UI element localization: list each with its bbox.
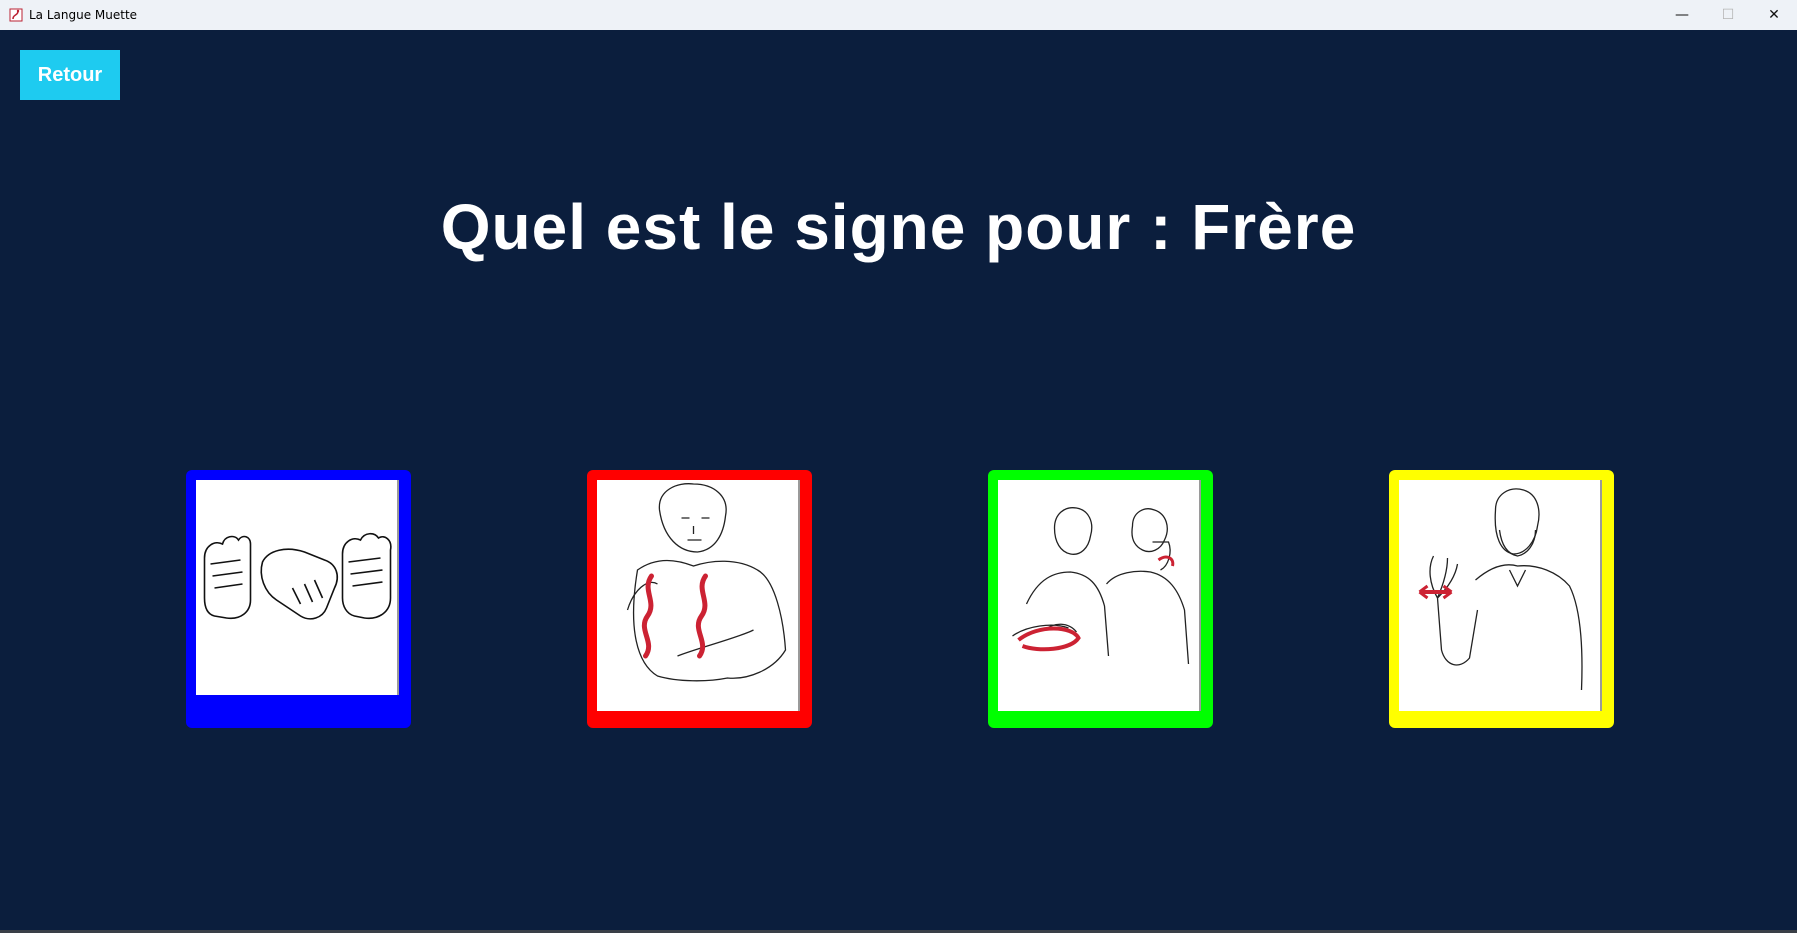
- person-chest-sign-icon: [597, 480, 800, 711]
- choice-card-yellow[interactable]: [1389, 470, 1614, 728]
- two-people-sign-icon: [998, 480, 1201, 711]
- maximize-button[interactable]: ☐: [1705, 0, 1751, 30]
- choice-card-red[interactable]: [587, 470, 812, 728]
- back-button[interactable]: Retour: [20, 50, 120, 100]
- fists-signs-icon: [196, 480, 399, 695]
- question-title: Quel est le signe pour : Frère: [440, 191, 1357, 263]
- window-title: La Langue Muette: [29, 8, 138, 22]
- window-controls: — ☐ ✕: [1659, 0, 1797, 30]
- app-icon: [8, 8, 23, 23]
- quiz-screen: Retour Quel est le signe pour : Frère: [0, 30, 1797, 933]
- choice-card-blue[interactable]: [186, 470, 411, 728]
- minimize-button[interactable]: —: [1659, 0, 1705, 30]
- close-button[interactable]: ✕: [1751, 0, 1797, 30]
- window-titlebar: La Langue Muette — ☐ ✕: [0, 0, 1797, 30]
- man-waving-sign-icon: [1399, 480, 1602, 711]
- choice-card-green[interactable]: [988, 470, 1213, 728]
